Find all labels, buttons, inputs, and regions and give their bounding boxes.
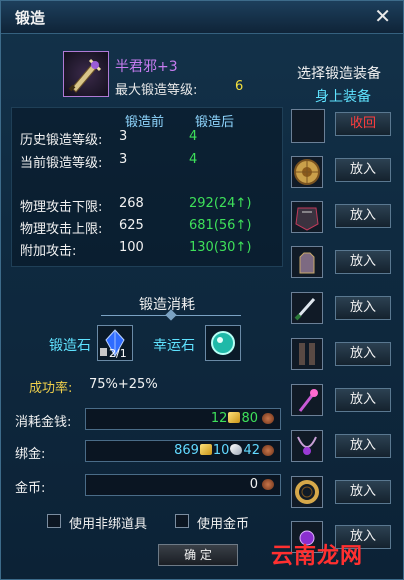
stat-row-after: 4 [189, 152, 198, 167]
column-before-header: 锻造前 [125, 115, 165, 130]
bound-copper-value: 869 [174, 443, 199, 458]
boots-icon [299, 343, 315, 365]
use-unbound-label: 使用非绑道具 [69, 517, 148, 532]
stat-row-label: 物理攻击下限: [20, 200, 103, 215]
copper-icon [262, 479, 274, 490]
success-rate-label: 成功率: [29, 381, 73, 396]
necklace-icon [297, 436, 317, 455]
stat-row-after: 4 [189, 129, 198, 144]
equipment-slot-weapon[interactable] [291, 292, 323, 324]
stat-row-after: 292(24↑) [189, 196, 252, 211]
luck-stone-label: 幸运石 [153, 338, 195, 354]
equipment-slot-ring[interactable] [291, 476, 323, 508]
money-gold-value: 12 [210, 411, 228, 426]
money-cost-field: 12 80 [85, 408, 281, 430]
equipment-slot-shield[interactable] [291, 156, 323, 188]
gold-icon [228, 412, 241, 423]
equipment-slot-boots[interactable] [291, 338, 323, 370]
success-rate-value: 75%+25% [89, 377, 158, 392]
item-name: 半君邪+3 [115, 59, 178, 75]
copper-icon [262, 445, 274, 456]
money-cost-label: 消耗金钱: [15, 415, 72, 430]
bound-gold-label: 绑金: [15, 447, 46, 462]
bound-gold-value: 10 [212, 443, 230, 458]
lock-icon [100, 348, 107, 356]
stat-row-before: 100 [119, 240, 144, 255]
confirm-button[interactable]: 确 定 [158, 544, 238, 566]
put-in-button[interactable]: 放入 [335, 204, 391, 228]
forge-target-slot[interactable] [291, 109, 325, 143]
silver-icon [230, 444, 243, 455]
put-in-button[interactable]: 放入 [335, 342, 391, 366]
bound-silver-value: 42 [243, 443, 260, 458]
luck-stone-slot[interactable] [205, 325, 241, 361]
stat-row-after: 681(56↑) [189, 218, 252, 233]
coin-label: 金币: [15, 481, 46, 496]
use-unbound-checkbox[interactable] [47, 514, 61, 528]
cost-section-title: 锻造消耗 [139, 297, 195, 313]
use-coin-checkbox[interactable] [175, 514, 189, 528]
armor-icon [295, 207, 319, 231]
forge-window: 锻造 ✕ 半君邪+3 最大锻造等级: 6 锻造前 锻造后 历史锻造等级: 3 4… [0, 0, 404, 580]
gauntlet-icon [299, 252, 315, 274]
max-level-label: 最大锻造等级: [115, 83, 198, 98]
stat-row-before: 3 [119, 152, 128, 167]
stat-row-label: 历史锻造等级: [20, 133, 103, 148]
equipment-slot-gloves[interactable] [291, 246, 323, 278]
stat-row-before: 625 [119, 218, 144, 233]
coin-value: 0 [249, 477, 258, 492]
money-silver-value: 80 [241, 411, 258, 426]
forge-stone-quantity: 2/1 [109, 347, 127, 360]
put-in-button[interactable]: 放入 [335, 388, 391, 412]
put-in-button[interactable]: 放入 [335, 250, 391, 274]
gold-icon [199, 444, 212, 455]
stat-row-before: 268 [119, 196, 144, 211]
watermark: 云南龙网 [271, 544, 364, 569]
equipment-slot-necklace[interactable] [291, 430, 323, 462]
bound-gold-field: 869 10 42 [85, 440, 281, 462]
retract-button[interactable]: 收回 [335, 112, 391, 136]
magic-staff-icon [298, 389, 318, 412]
window-title: 锻造 [15, 9, 46, 27]
luck-stone-icon [211, 331, 235, 355]
sword-icon [294, 298, 316, 321]
stat-row-label: 当前锻造等级: [20, 156, 103, 171]
max-level-value: 6 [235, 79, 244, 94]
coin-field: 0 [85, 474, 281, 496]
divider-ornament [101, 315, 241, 324]
selected-weapon-icon [63, 51, 109, 97]
put-in-button[interactable]: 放入 [335, 296, 391, 320]
equipment-select-title: 选择锻造装备 [297, 66, 381, 82]
use-coin-label: 使用金币 [197, 517, 250, 532]
sun-shield-icon [294, 159, 320, 185]
forge-stone-label: 锻造石 [49, 338, 91, 354]
stat-row-before: 3 [119, 129, 128, 144]
put-in-button[interactable]: 放入 [335, 480, 391, 504]
stat-row-label: 附加攻击: [20, 244, 77, 259]
close-icon[interactable]: ✕ [374, 4, 391, 28]
equipment-slot-staff[interactable] [291, 384, 323, 416]
put-in-button[interactable]: 放入 [335, 158, 391, 182]
equipped-items-subtitle: 身上装备 [315, 89, 371, 105]
copper-icon [262, 413, 274, 424]
equipment-slot-armor[interactable] [291, 201, 323, 233]
stat-row-after: 130(30↑) [189, 240, 252, 255]
column-after-header: 锻造后 [195, 115, 235, 130]
title-bar: 锻造 ✕ [1, 1, 403, 34]
stat-row-label: 物理攻击上限: [20, 222, 103, 237]
put-in-button[interactable]: 放入 [335, 434, 391, 458]
ring-icon [295, 480, 319, 504]
